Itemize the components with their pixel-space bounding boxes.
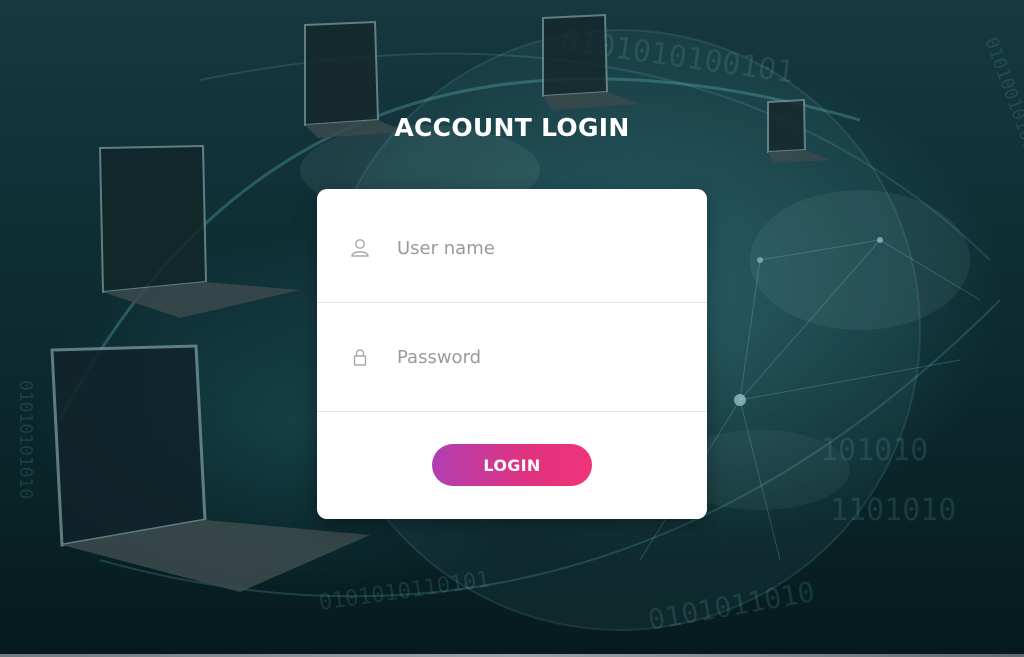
binary-decoration: 101010 xyxy=(820,433,928,468)
binary-decoration: 0101001010101 xyxy=(980,35,1024,175)
username-field xyxy=(317,194,707,303)
password-field xyxy=(317,303,707,412)
login-form-card: LOGIN xyxy=(317,189,707,519)
binary-decoration: 01010101010 xyxy=(15,380,36,499)
network-node xyxy=(757,257,763,263)
lock-icon xyxy=(353,349,367,366)
login-page: 0101010100101 101010 1101010 0101011010 … xyxy=(0,0,1024,657)
continent-shape xyxy=(750,190,970,330)
login-button[interactable]: LOGIN xyxy=(432,444,592,486)
binary-decoration: 0101010110101 xyxy=(317,567,491,616)
binary-decoration: 1101010 xyxy=(830,493,956,528)
page-title: ACCOUNT LOGIN xyxy=(394,113,630,142)
user-icon xyxy=(351,239,369,257)
password-input[interactable] xyxy=(397,341,677,373)
username-input[interactable] xyxy=(397,232,677,264)
network-node xyxy=(877,237,883,243)
network-node xyxy=(734,394,746,406)
